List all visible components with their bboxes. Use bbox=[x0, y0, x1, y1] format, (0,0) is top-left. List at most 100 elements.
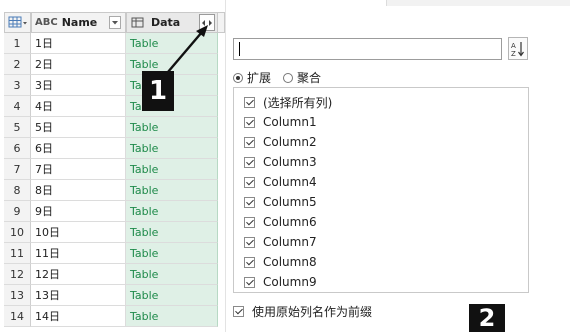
row-index: 14 bbox=[4, 306, 31, 327]
name-cell[interactable]: 9日 bbox=[31, 201, 126, 222]
table-row[interactable]: 1 1日 Table bbox=[4, 33, 218, 54]
sort-az-icon: A Z bbox=[511, 41, 524, 58]
table-row[interactable]: 8 8日 Table bbox=[4, 180, 218, 201]
column-checklist: (选择所有列) Column1 Column2 Column3 Column4 Colum… bbox=[233, 87, 529, 293]
table-row[interactable]: 13 13日 Table bbox=[4, 285, 218, 306]
column-checkbox-item[interactable]: (选择所有列) bbox=[244, 93, 332, 111]
annotation-marker-1-label: 1 bbox=[148, 76, 168, 106]
expand-column-panel: A Z 扩展 聚合 (选择所有列) Column1 Column2 Column3 Co… bbox=[225, 0, 570, 332]
column-checkbox-label: Column7 bbox=[263, 235, 317, 249]
column-checkbox-item[interactable]: Column6 bbox=[244, 213, 317, 231]
radio-expand-label: 扩展 bbox=[247, 71, 272, 85]
text-cursor bbox=[239, 42, 240, 56]
table-row[interactable]: 6 6日 Table bbox=[4, 138, 218, 159]
name-cell[interactable]: 7日 bbox=[31, 159, 126, 180]
name-cell[interactable]: 12日 bbox=[31, 264, 126, 285]
column-checkbox-label: Column6 bbox=[263, 215, 317, 229]
data-table-link[interactable]: Table bbox=[126, 222, 218, 243]
name-cell[interactable]: 14日 bbox=[31, 306, 126, 327]
expand-column-button[interactable] bbox=[199, 14, 215, 31]
name-cell[interactable]: 6日 bbox=[31, 138, 126, 159]
checkbox-checked-icon bbox=[244, 216, 255, 228]
table-row[interactable]: 5 5日 Table bbox=[4, 117, 218, 138]
column-checkbox-label: (选择所有列) bbox=[263, 95, 333, 110]
filter-dropdown-button[interactable] bbox=[109, 16, 121, 29]
data-table-link[interactable]: Table bbox=[126, 201, 218, 222]
radio-expand[interactable]: 扩展 bbox=[233, 69, 271, 86]
row-index: 9 bbox=[4, 201, 31, 222]
query-grid: ABC Name Data 11日Table22日Table33日Table44… bbox=[0, 0, 225, 332]
use-prefix-checkbox[interactable]: 使用原始列名作为前缀 bbox=[233, 303, 372, 320]
data-table-link[interactable]: Table bbox=[126, 306, 218, 327]
data-table-link[interactable]: Table bbox=[126, 180, 218, 201]
data-table-link[interactable]: Table bbox=[126, 138, 218, 159]
name-cell[interactable]: 1日 bbox=[31, 33, 126, 54]
column-checkbox-item[interactable]: Column2 bbox=[244, 133, 317, 151]
table-row[interactable]: 44日Table bbox=[4, 96, 218, 117]
table-type-icon bbox=[131, 17, 144, 27]
name-cell[interactable]: 3日 bbox=[31, 75, 126, 96]
checkbox-checked-icon bbox=[244, 276, 255, 288]
data-table-link[interactable]: Table bbox=[126, 243, 218, 264]
table-row[interactable]: 7 7日 Table bbox=[4, 159, 218, 180]
table-row[interactable]: 2 2日 Table bbox=[4, 54, 218, 75]
column-checkbox-item[interactable]: Column8 bbox=[244, 253, 317, 271]
radio-expand-dot bbox=[233, 72, 243, 83]
data-table-link[interactable]: Table bbox=[126, 285, 218, 306]
data-table-link[interactable]: Table bbox=[126, 33, 218, 54]
row-index: 8 bbox=[4, 180, 31, 201]
name-cell[interactable]: 13日 bbox=[31, 285, 126, 306]
data-table-link[interactable]: Table bbox=[126, 159, 218, 180]
row-index: 2 bbox=[4, 54, 31, 75]
name-cell[interactable]: 10日 bbox=[31, 222, 126, 243]
data-table-link[interactable]: Table bbox=[126, 264, 218, 285]
table-row[interactable]: 14 14日 Table bbox=[4, 306, 218, 327]
column-checkbox-item[interactable]: Column5 bbox=[244, 193, 317, 211]
sort-az-button[interactable]: A Z bbox=[508, 37, 528, 60]
table-row[interactable]: 33日Table bbox=[4, 75, 218, 96]
annotation-marker-1: 1 bbox=[142, 71, 174, 111]
table-row[interactable]: 11 11日 Table bbox=[4, 243, 218, 264]
radio-aggregate[interactable]: 聚合 bbox=[283, 69, 321, 86]
column-checkbox-label: Column9 bbox=[263, 275, 317, 289]
checkbox-checked-icon bbox=[244, 176, 255, 188]
table-icon bbox=[8, 16, 27, 28]
row-index: 1 bbox=[4, 33, 31, 54]
column-header-data-label: Data bbox=[151, 16, 181, 29]
table-row[interactable]: 12 12日 Table bbox=[4, 264, 218, 285]
name-cell[interactable]: 8日 bbox=[31, 180, 126, 201]
column-header-name-label: Name bbox=[61, 16, 98, 29]
chevron-down-icon bbox=[112, 21, 118, 25]
column-header-name[interactable]: ABC Name bbox=[31, 12, 126, 33]
name-cell[interactable]: 11日 bbox=[31, 243, 126, 264]
row-index: 10 bbox=[4, 222, 31, 243]
checkbox-checked-icon bbox=[244, 256, 255, 268]
row-index: 12 bbox=[4, 264, 31, 285]
checkbox-checked-icon bbox=[244, 156, 255, 168]
column-checkbox-item[interactable]: Column1 bbox=[244, 113, 317, 131]
checkbox-checked-icon bbox=[244, 116, 255, 128]
table-row[interactable]: 9 9日 Table bbox=[4, 201, 218, 222]
name-cell[interactable]: 5日 bbox=[31, 117, 126, 138]
row-index: 3 bbox=[4, 75, 31, 96]
column-checkbox-item[interactable]: Column4 bbox=[244, 173, 317, 191]
radio-aggregate-label: 聚合 bbox=[297, 71, 322, 85]
table-row[interactable]: 10 10日 Table bbox=[4, 222, 218, 243]
annotation-marker-2: 2 bbox=[469, 304, 505, 332]
name-cell[interactable]: 4日 bbox=[31, 96, 126, 117]
column-checkbox-item[interactable]: Column9 bbox=[244, 273, 317, 291]
row-index: 7 bbox=[4, 159, 31, 180]
column-header-data[interactable]: Data bbox=[126, 12, 218, 33]
data-table-link[interactable]: Table bbox=[126, 117, 218, 138]
name-cell[interactable]: 2日 bbox=[31, 54, 126, 75]
row-index: 4 bbox=[4, 96, 31, 117]
column-checkbox-item[interactable]: Column3 bbox=[244, 153, 317, 171]
annotation-marker-2-label: 2 bbox=[478, 304, 496, 332]
table-menu-button[interactable] bbox=[4, 12, 31, 33]
row-index: 13 bbox=[4, 285, 31, 306]
mode-radio-group: 扩展 聚合 bbox=[233, 69, 333, 86]
column-checkbox-item[interactable]: Column7 bbox=[244, 233, 317, 251]
search-input[interactable] bbox=[233, 38, 502, 60]
column-checkbox-label: Column5 bbox=[263, 195, 317, 209]
header-filler bbox=[218, 12, 225, 33]
